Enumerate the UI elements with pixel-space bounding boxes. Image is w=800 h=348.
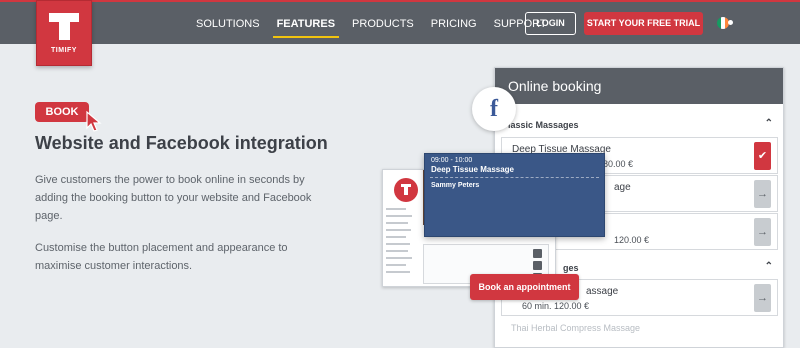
logo-text: TIMIFY: [51, 47, 77, 54]
faded-service-name: Thai Herbal Compress Massage: [511, 323, 641, 333]
arrow-right-icon[interactable]: →: [754, 180, 771, 208]
category-header-classic[interactable]: lassic Massages ⌃: [495, 118, 783, 134]
top-navigation-bar: SOLUTIONS FEATURES PRODUCTS PRICING SUPP…: [0, 0, 800, 44]
service-duration-price: 60 min. 120.00 €: [522, 301, 590, 311]
login-button[interactable]: LOGIN: [525, 12, 576, 35]
nav-solutions[interactable]: SOLUTIONS: [196, 18, 260, 30]
mini-menu-line: [386, 236, 406, 238]
start-trial-button[interactable]: START YOUR FREE TRIAL: [584, 12, 703, 35]
nav-pricing[interactable]: PRICING: [431, 18, 477, 30]
mini-menu-line: [386, 264, 406, 266]
appointment-person: Sammy Peters: [431, 182, 480, 189]
language-dropdown-icon[interactable]: [728, 20, 733, 25]
mini-menu-line: [386, 229, 411, 231]
arrow-right-icon[interactable]: →: [754, 284, 771, 312]
mini-menu-line: [386, 208, 406, 210]
cursor-icon: [86, 110, 102, 132]
mini-menu-line: [386, 257, 412, 259]
service-price: 120.00 €: [614, 235, 650, 245]
main-nav: SOLUTIONS FEATURES PRODUCTS PRICING SUPP…: [196, 2, 564, 46]
mini-menu-line: [386, 243, 410, 245]
mini-plus-icon: [533, 249, 542, 258]
booking-widget-title: Online booking: [495, 68, 783, 104]
page-title: Website and Facebook integration: [35, 133, 328, 153]
nav-products[interactable]: PRODUCTS: [352, 18, 414, 30]
mini-menu-line: [386, 215, 412, 217]
book-appointment-button[interactable]: Book an appointment: [470, 274, 579, 300]
mini-menu-line: [386, 250, 408, 252]
arrow-right-icon[interactable]: →: [754, 218, 771, 246]
logo-t-bar: [49, 13, 79, 22]
mini-logo-icon: [394, 178, 418, 202]
chevron-up-icon[interactable]: ⌃: [765, 261, 773, 272]
mini-plus-icon: [533, 261, 542, 270]
facebook-icon: f: [472, 87, 516, 131]
description-paragraph-2: Customise the button placement and appea…: [35, 242, 288, 272]
logo-t-stem: [59, 22, 70, 40]
service-name: assage: [586, 286, 619, 297]
timify-logo[interactable]: TIMIFY: [36, 0, 92, 66]
category-label: lassic Massages: [508, 120, 579, 130]
service-name: age: [614, 182, 631, 193]
chevron-up-icon[interactable]: ⌃: [765, 118, 773, 129]
check-icon[interactable]: ✔: [754, 142, 771, 170]
mini-menu-line: [386, 271, 410, 273]
category-label: ges: [563, 263, 579, 273]
nav-features[interactable]: FEATURES: [272, 18, 340, 38]
appointment-title: Deep Tissue Massage: [431, 165, 515, 174]
mini-menu-line: [386, 222, 408, 224]
book-badge: BOOK: [35, 102, 89, 122]
appointment-popup: 09:00 - 10:00 Deep Tissue Massage Sammy …: [424, 153, 605, 237]
service-price: 80.00 €: [603, 159, 634, 169]
description-paragraph-1: Give customers the power to book online …: [35, 174, 312, 222]
popup-divider: [430, 177, 599, 178]
appointment-time: 09:00 - 10:00: [431, 157, 473, 164]
